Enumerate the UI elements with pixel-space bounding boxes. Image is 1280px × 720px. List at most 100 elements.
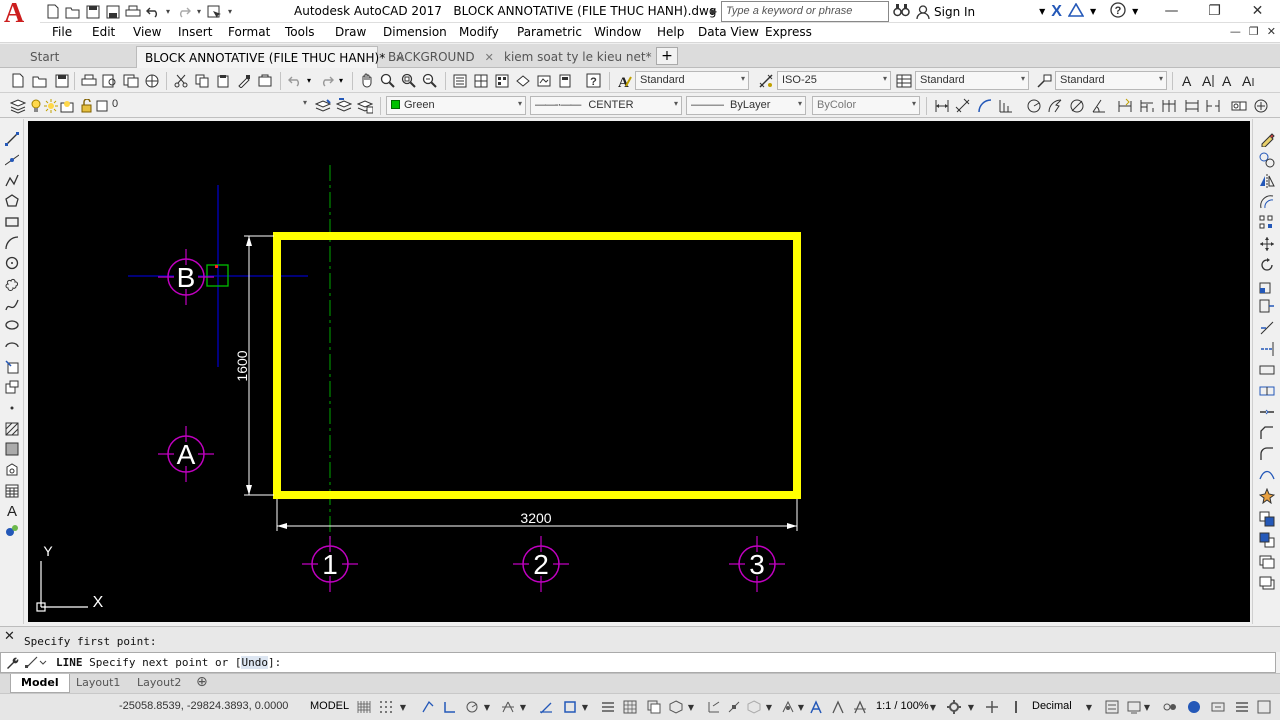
a360-icon[interactable] [1067,2,1085,20]
menu-tools[interactable]: Tools [285,25,315,39]
gizmo-icon[interactable] [746,699,762,715]
publish-icon[interactable] [122,72,139,89]
stretch-icon[interactable] [1259,299,1275,315]
wrench-icon[interactable] [5,656,19,673]
design-center-icon[interactable] [472,72,489,89]
text-style-icon[interactable]: A [615,72,632,89]
coordinates-readout[interactable]: -25058.8539, -29824.3893, 0.0000 [119,700,288,712]
plot-icon[interactable] [124,3,141,20]
grid-icon[interactable] [356,699,372,715]
redo-dropdown-icon[interactable]: ▾ [336,72,346,89]
menu-file[interactable]: File [52,25,72,39]
object-snap-tracking-icon[interactable] [538,699,554,715]
tolerance-icon[interactable] [1230,97,1247,114]
sheet-set-icon[interactable] [514,72,531,89]
chevron-down-icon[interactable]: ▼ [686,699,696,715]
layer-states-icon[interactable] [356,97,373,114]
move-icon[interactable] [1259,236,1275,252]
grid-bubble-3[interactable]: 3 [729,536,785,592]
lineweight-select[interactable]: ——— ByLayer ▾ [686,96,806,115]
send-under-icon[interactable] [1259,574,1275,590]
search-expand-icon[interactable]: ▶ [711,4,720,19]
bring-above-icon[interactable] [1259,553,1275,569]
paste-icon[interactable] [214,72,231,89]
zoom-realtime-icon[interactable] [379,72,396,89]
continue-dimension-icon[interactable] [1160,97,1177,114]
blend-curves-icon[interactable] [1259,467,1275,483]
annotation-scale-select[interactable]: 1:1 / 100% [876,700,929,712]
menu-edit[interactable]: Edit [92,25,115,39]
new-tab-button[interactable]: + [656,47,678,65]
polyline-icon[interactable] [4,173,20,189]
tool-palettes-icon[interactable] [493,72,510,89]
array-icon[interactable] [1259,215,1275,231]
multiline-text-icon[interactable]: A [4,503,20,520]
new-layout-button[interactable]: ⊕ [190,674,214,693]
transparency-icon[interactable] [622,699,638,715]
text-edit-icon[interactable]: A [1220,72,1237,89]
cut-icon[interactable] [172,72,189,89]
dimension-style-icon[interactable] [757,72,774,89]
redo-dropdown-icon[interactable]: ▾ [195,7,203,16]
offset-icon[interactable] [1259,194,1275,210]
plot-preview-icon[interactable] [101,72,118,89]
polygon-icon[interactable] [4,193,20,209]
chevron-down-icon[interactable]: ▼ [398,699,408,715]
gradient-icon[interactable] [4,441,20,457]
radius-dimension-icon[interactable] [1025,97,1042,114]
layer-color-swatch-icon[interactable] [96,97,108,114]
scale-icon[interactable] [1259,278,1275,294]
chevron-down-icon[interactable]: ▼ [1039,7,1045,16]
baseline-dimension-icon[interactable] [1138,97,1155,114]
chevron-down-icon[interactable]: ▼ [966,699,976,715]
dynamic-ucs-icon[interactable] [706,699,722,715]
save-as-icon[interactable] [104,3,121,20]
menu-draw[interactable]: Draw [335,25,366,39]
close-icon[interactable]: ✕ [4,629,15,644]
calculator-icon[interactable] [556,72,573,89]
ortho-icon[interactable] [442,699,458,715]
mirror-icon[interactable] [1259,173,1275,189]
table-icon[interactable] [4,483,20,499]
binoculars-icon[interactable] [893,3,910,20]
copy-object-icon[interactable] [1259,152,1275,168]
tab-layout2[interactable]: Layout2 [127,674,191,693]
menu-express[interactable]: Express [765,25,812,39]
dimension-space-icon[interactable] [1183,97,1200,114]
redo-icon[interactable] [175,3,192,20]
command-line-icon[interactable] [25,655,47,672]
erase-icon[interactable] [1259,131,1275,147]
draw-order-back-icon[interactable] [1259,532,1275,548]
arc-icon[interactable] [4,235,20,251]
workspace-switching-icon[interactable] [946,699,962,715]
chamfer-icon[interactable] [1259,425,1275,441]
chevron-down-icon[interactable]: ▼ [764,699,774,715]
open-icon[interactable] [31,72,48,89]
chevron-down-icon[interactable]: ▼ [518,699,528,715]
color-select[interactable]: Green ▾ [386,96,526,115]
ordinate-dimension-icon[interactable] [997,97,1014,114]
add-selected-icon[interactable] [4,522,20,538]
selection-filter-icon[interactable] [726,699,742,715]
jogged-dimension-icon[interactable] [1046,97,1063,114]
minimize-button[interactable]: — [1150,0,1193,22]
help-icon[interactable]: ? [585,72,602,89]
qnew-icon[interactable] [9,72,26,89]
tab-kiem-soat[interactable]: kiem soat ty le kieu net*✕ [496,46,671,68]
ellipse-icon[interactable] [4,317,20,333]
menu-format[interactable]: Format [228,25,270,39]
lineweight-icon[interactable] [600,699,616,715]
grid-bubble-a[interactable]: A [158,426,214,482]
layer-select[interactable]: 0 ▾ [108,96,310,115]
single-line-text-icon[interactable]: A [1200,72,1217,89]
rotate-icon[interactable] [1259,257,1275,273]
3d-object-snap-icon[interactable] [668,699,684,715]
menu-parametric[interactable]: Parametric [517,25,582,39]
menu-window[interactable]: Window [594,25,641,39]
copy-icon[interactable] [193,72,210,89]
draw-order-front-icon[interactable] [1259,511,1275,527]
dimension-break-icon[interactable] [1204,97,1221,114]
make-block-icon[interactable] [4,379,20,395]
isometric-drafting-icon[interactable] [500,699,516,715]
doc-minimize-button[interactable]: — [1230,25,1241,38]
